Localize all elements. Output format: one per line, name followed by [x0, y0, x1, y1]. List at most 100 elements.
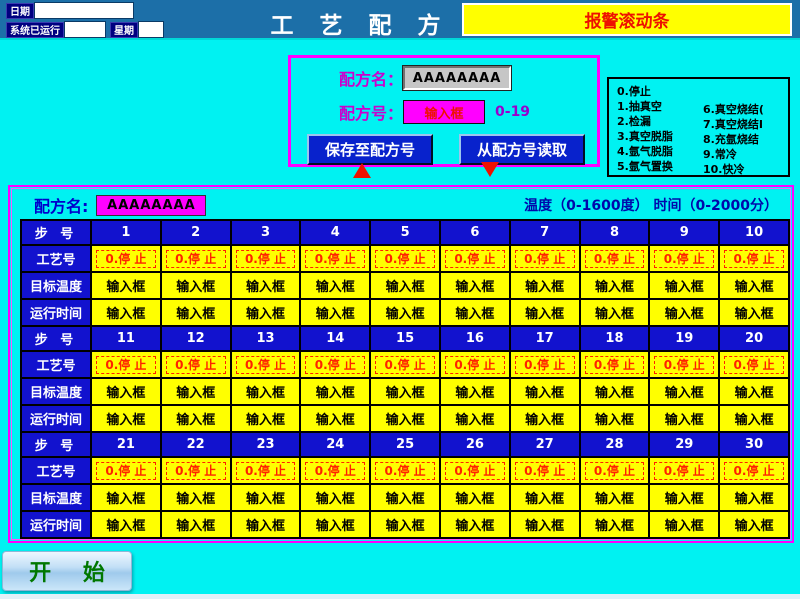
temp-input-cell[interactable]: 输入框	[649, 272, 719, 299]
time-input-cell[interactable]: 输入框	[370, 299, 440, 326]
load-from-recipe-button[interactable]: 从配方号读取	[459, 134, 585, 165]
process-select-cell[interactable]: 0.停 止	[440, 351, 510, 378]
temp-input-cell[interactable]: 输入框	[719, 484, 789, 511]
legend-item: 8.充氩烧结	[703, 132, 764, 147]
time-input-cell[interactable]: 输入框	[719, 299, 789, 326]
time-input-cell[interactable]: 输入框	[580, 299, 650, 326]
time-input-cell[interactable]: 输入框	[719, 511, 789, 538]
temp-input-cell[interactable]: 输入框	[370, 378, 440, 405]
step-number: 9	[649, 220, 719, 245]
process-select-cell[interactable]: 0.停 止	[161, 245, 231, 272]
temp-input-cell[interactable]: 输入框	[161, 484, 231, 511]
temp-input-cell[interactable]: 输入框	[91, 484, 161, 511]
temp-input-cell[interactable]: 输入框	[580, 272, 650, 299]
time-input-cell[interactable]: 输入框	[580, 405, 650, 432]
process-select-cell[interactable]: 0.停 止	[719, 245, 789, 272]
process-select-cell[interactable]: 0.停 止	[300, 351, 370, 378]
temp-input-cell[interactable]: 输入框	[300, 272, 370, 299]
process-select-cell[interactable]: 0.停 止	[370, 351, 440, 378]
temp-input-cell[interactable]: 输入框	[300, 378, 370, 405]
time-input-cell[interactable]: 输入框	[510, 511, 580, 538]
temp-input-cell[interactable]: 输入框	[649, 378, 719, 405]
temp-input-cell[interactable]: 输入框	[91, 378, 161, 405]
process-select-cell[interactable]: 0.停 止	[440, 457, 510, 484]
process-select-cell[interactable]: 0.停 止	[231, 457, 301, 484]
process-select-cell[interactable]: 0.停 止	[580, 351, 650, 378]
process-select-cell[interactable]: 0.停 止	[649, 351, 719, 378]
temp-input-cell[interactable]: 输入框	[440, 378, 510, 405]
process-select-cell[interactable]: 0.停 止	[300, 457, 370, 484]
recipe-number-input[interactable]: 输入框	[403, 100, 485, 124]
process-select-cell[interactable]: 0.停 止	[649, 245, 719, 272]
time-input-cell[interactable]: 输入框	[91, 405, 161, 432]
time-input-cell[interactable]: 输入框	[300, 299, 370, 326]
temp-input-cell[interactable]: 输入框	[370, 272, 440, 299]
temp-input-cell[interactable]: 输入框	[510, 484, 580, 511]
process-select-cell[interactable]: 0.停 止	[370, 457, 440, 484]
time-input-cell[interactable]: 输入框	[161, 405, 231, 432]
time-input-cell[interactable]: 输入框	[231, 405, 301, 432]
time-input-cell[interactable]: 输入框	[510, 405, 580, 432]
time-input-cell[interactable]: 输入框	[440, 299, 510, 326]
temp-input-cell[interactable]: 输入框	[161, 272, 231, 299]
temp-input-cell[interactable]: 输入框	[649, 484, 719, 511]
time-input-cell[interactable]: 输入框	[649, 299, 719, 326]
time-input-cell[interactable]: 输入框	[370, 405, 440, 432]
time-input-cell[interactable]: 输入框	[161, 511, 231, 538]
table-recipe-name-value[interactable]: AAAAAAAA	[96, 195, 206, 216]
temp-input-cell[interactable]: 输入框	[510, 378, 580, 405]
process-select-cell[interactable]: 0.停 止	[91, 351, 161, 378]
time-input-cell[interactable]: 输入框	[370, 511, 440, 538]
temp-input-cell[interactable]: 输入框	[231, 272, 301, 299]
time-input-cell[interactable]: 输入框	[231, 299, 301, 326]
temp-input-cell[interactable]: 输入框	[440, 272, 510, 299]
process-select-cell[interactable]: 0.停 止	[719, 457, 789, 484]
time-input-cell[interactable]: 输入框	[91, 511, 161, 538]
time-input-cell[interactable]: 输入框	[231, 511, 301, 538]
temp-input-cell[interactable]: 输入框	[370, 484, 440, 511]
temp-input-cell[interactable]: 输入框	[300, 484, 370, 511]
time-input-cell[interactable]: 输入框	[510, 299, 580, 326]
process-select-cell[interactable]: 0.停 止	[231, 245, 301, 272]
process-select-cell[interactable]: 0.停 止	[231, 351, 301, 378]
process-select-cell[interactable]: 0.停 止	[510, 351, 580, 378]
start-button[interactable]: 开 始	[2, 551, 132, 591]
time-input-cell[interactable]: 输入框	[440, 511, 510, 538]
process-select-cell[interactable]: 0.停 止	[580, 245, 650, 272]
process-select-cell[interactable]: 0.停 止	[370, 245, 440, 272]
temp-input-cell[interactable]: 输入框	[719, 378, 789, 405]
temp-input-cell[interactable]: 输入框	[161, 378, 231, 405]
process-select-cell[interactable]: 0.停 止	[510, 245, 580, 272]
alarm-scroll-bar[interactable]: 报警滚动条	[462, 3, 792, 36]
time-input-cell[interactable]: 输入框	[580, 511, 650, 538]
temp-input-cell[interactable]: 输入框	[231, 484, 301, 511]
process-select-cell[interactable]: 0.停 止	[161, 351, 231, 378]
temp-input-cell[interactable]: 输入框	[580, 378, 650, 405]
temp-input-cell[interactable]: 输入框	[91, 272, 161, 299]
temp-input-cell[interactable]: 输入框	[719, 272, 789, 299]
process-select-cell[interactable]: 0.停 止	[300, 245, 370, 272]
time-input-cell[interactable]: 输入框	[300, 405, 370, 432]
process-select-cell[interactable]: 0.停 止	[580, 457, 650, 484]
time-input-cell[interactable]: 输入框	[719, 405, 789, 432]
run-time-row: 运行时间输入框输入框输入框输入框输入框输入框输入框输入框输入框输入框	[21, 511, 789, 538]
process-select-cell[interactable]: 0.停 止	[161, 457, 231, 484]
process-select-cell[interactable]: 0.停 止	[91, 245, 161, 272]
time-input-cell[interactable]: 输入框	[649, 405, 719, 432]
temp-input-cell[interactable]: 输入框	[580, 484, 650, 511]
time-input-cell[interactable]: 输入框	[161, 299, 231, 326]
time-input-cell[interactable]: 输入框	[440, 405, 510, 432]
process-select-cell[interactable]: 0.停 止	[91, 457, 161, 484]
temp-input-cell[interactable]: 输入框	[510, 272, 580, 299]
temp-input-cell[interactable]: 输入框	[440, 484, 510, 511]
process-select-cell[interactable]: 0.停 止	[440, 245, 510, 272]
time-input-cell[interactable]: 输入框	[300, 511, 370, 538]
temp-input-cell[interactable]: 输入框	[231, 378, 301, 405]
time-input-cell[interactable]: 输入框	[91, 299, 161, 326]
recipe-name-input[interactable]: AAAAAAAA	[403, 66, 511, 90]
time-input-cell[interactable]: 输入框	[649, 511, 719, 538]
process-select-cell[interactable]: 0.停 止	[719, 351, 789, 378]
process-select-cell[interactable]: 0.停 止	[510, 457, 580, 484]
save-to-recipe-button[interactable]: 保存至配方号	[307, 134, 433, 165]
process-select-cell[interactable]: 0.停 止	[649, 457, 719, 484]
